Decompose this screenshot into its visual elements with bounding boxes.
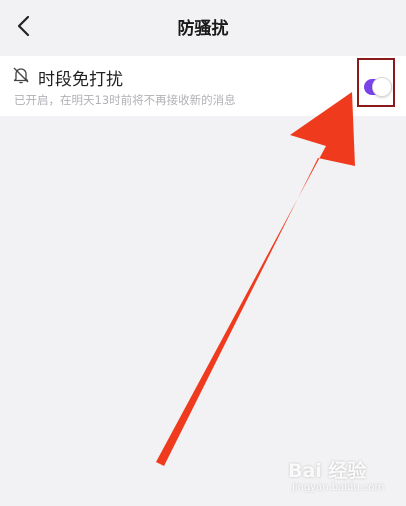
watermark-brand: Bai 经验	[288, 460, 367, 482]
toggle-knob	[372, 77, 392, 97]
setting-title: 时段免打扰	[38, 70, 123, 90]
page-title: 防骚扰	[177, 19, 229, 39]
watermark: Bai 经验 jingyan.baidu.com	[288, 452, 394, 498]
bell-off-icon	[13, 67, 29, 84]
setting-subtitle: 已开启，在明天13时前将不再接收新的消息	[14, 93, 236, 107]
watermark-url: jingyan.baidu.com	[292, 482, 385, 493]
header-bar: 防骚扰	[0, 0, 406, 54]
dnd-toggle[interactable]	[364, 77, 394, 97]
